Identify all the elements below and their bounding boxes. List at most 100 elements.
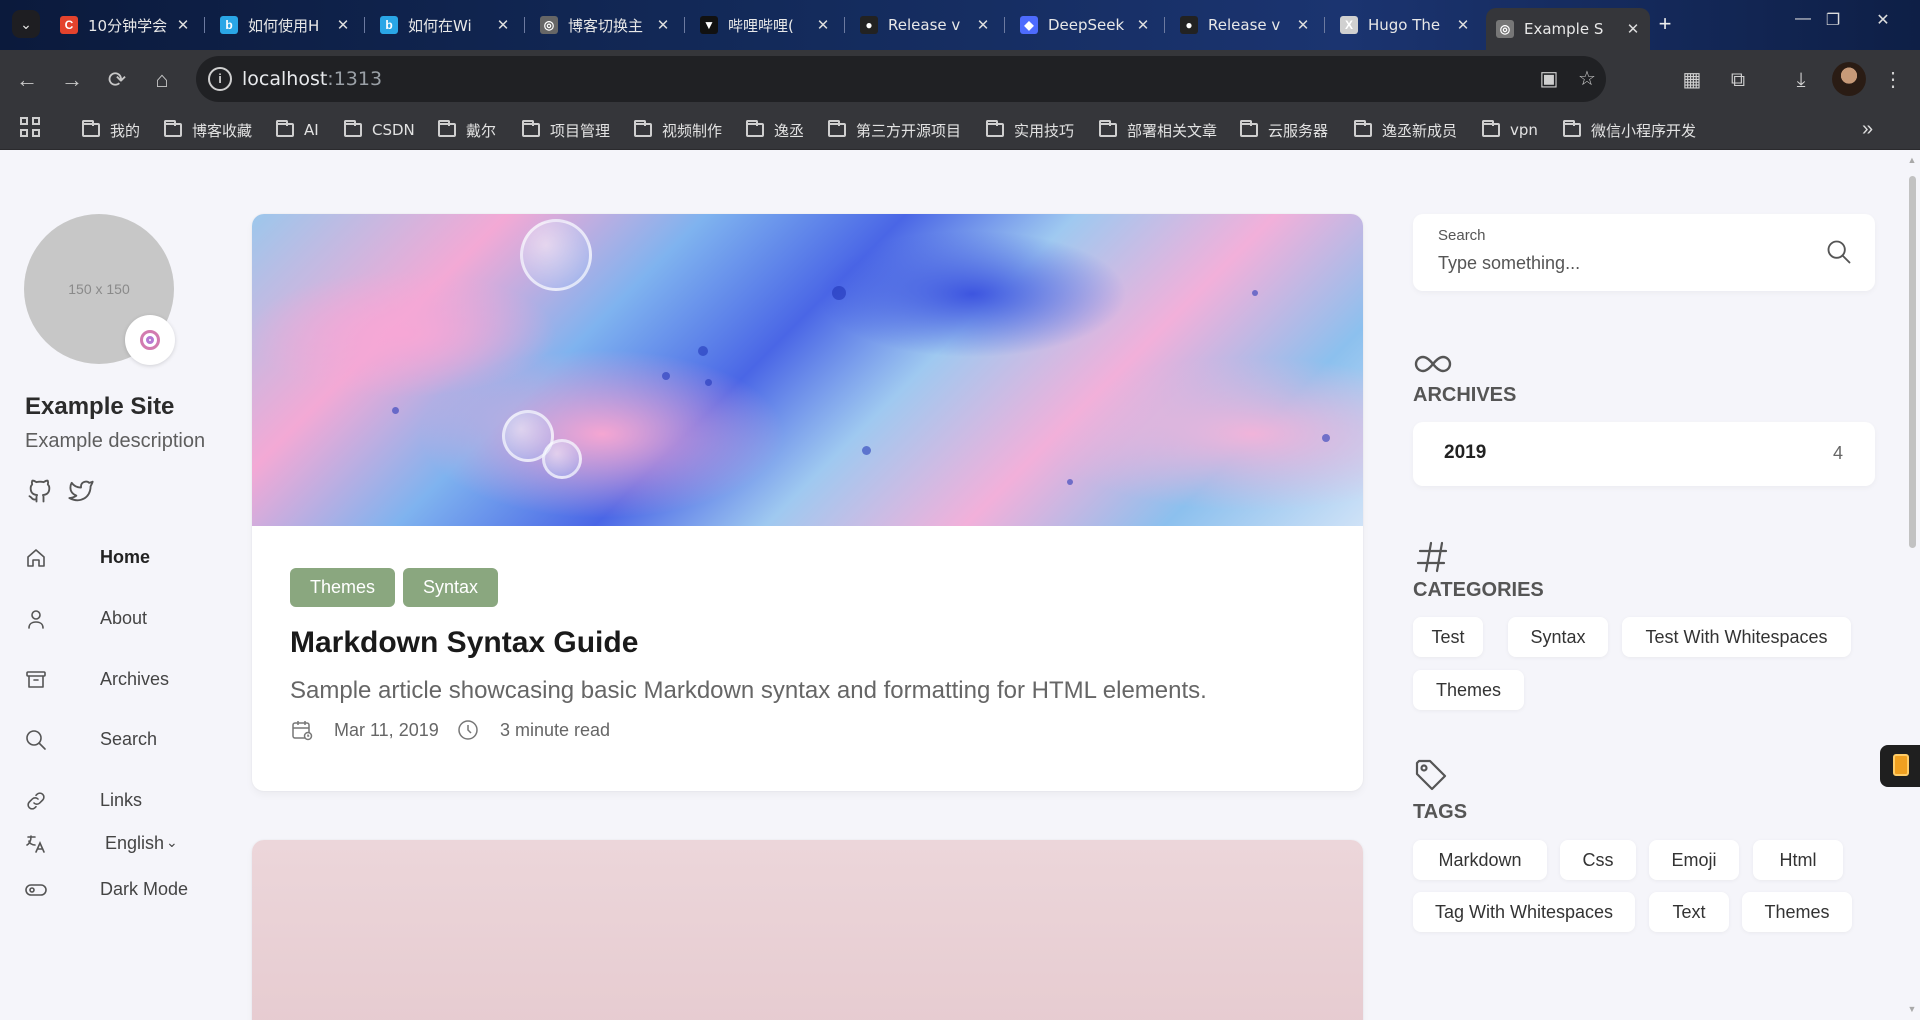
bookmark-folder[interactable]: 博客收藏: [164, 119, 252, 141]
bookmark-folder[interactable]: 实用技巧: [986, 119, 1074, 141]
language-label[interactable]: English: [105, 833, 164, 854]
browser-tab[interactable]: ● Release v ✕: [1170, 8, 1320, 42]
back-arrow-icon[interactable]: ←: [12, 65, 42, 95]
twitter-icon[interactable]: [67, 477, 95, 505]
github-icon[interactable]: [26, 477, 54, 505]
google-translate-extension-icon[interactable]: ▦: [1677, 65, 1707, 95]
bookmark-folder[interactable]: 微信小程序开发: [1563, 119, 1696, 141]
search-widget[interactable]: Search: [1413, 214, 1875, 291]
browser-tab[interactable]: ● Release v ✕: [850, 8, 1000, 42]
category-tag-test[interactable]: Test: [1413, 617, 1483, 657]
category-chip-syntax[interactable]: Syntax: [403, 568, 499, 607]
bookmark-folder[interactable]: 云服务器: [1240, 119, 1328, 141]
bookmark-folder[interactable]: CSDN: [344, 119, 415, 141]
sidebar-item-label[interactable]: Search: [100, 729, 157, 750]
floating-extension-button[interactable]: [1880, 745, 1920, 787]
bookmark-folder[interactable]: 逸丞: [746, 119, 804, 141]
tab-close-icon[interactable]: ✕: [1292, 16, 1314, 34]
bookmark-folder[interactable]: vpn: [1482, 119, 1538, 141]
site-info-icon[interactable]: i: [208, 67, 232, 91]
archive-year-row[interactable]: 2019 4: [1413, 422, 1875, 486]
tag-html[interactable]: Html: [1753, 840, 1843, 880]
bookmark-folder[interactable]: 我的: [82, 119, 140, 141]
sidebar-item-archives[interactable]: Archives: [24, 660, 224, 700]
sidebar-item-label[interactable]: About: [100, 608, 147, 629]
tab-close-icon[interactable]: ✕: [492, 16, 514, 34]
sidebar-item-links[interactable]: Links: [24, 781, 224, 821]
browser-tab[interactable]: ◎ Example S ✕: [1486, 8, 1650, 50]
translate-icon[interactable]: ▣: [1536, 66, 1562, 92]
dark-mode-label[interactable]: Dark Mode: [100, 879, 188, 900]
site-name[interactable]: Example Site: [25, 393, 174, 421]
address-bar[interactable]: i localhost:1313 ☆ ▣: [196, 56, 1606, 102]
home-page-icon[interactable]: ⌂: [147, 65, 177, 95]
scroll-down-arrow-icon[interactable]: ▼: [1907, 1004, 1917, 1014]
sidebar-item-home[interactable]: Home: [24, 538, 224, 578]
sidebar-item-label[interactable]: Home: [100, 547, 150, 568]
tag-markdown[interactable]: Markdown: [1413, 840, 1547, 880]
tab-search-chevron-icon[interactable]: ⌄: [12, 10, 40, 38]
forward-arrow-icon[interactable]: →: [57, 65, 87, 95]
browser-tab[interactable]: ◆ DeepSeek ✕: [1010, 8, 1160, 42]
tab-close-icon[interactable]: ✕: [972, 16, 994, 34]
bookmark-folder[interactable]: 逸丞新成员: [1354, 119, 1457, 141]
language-switcher[interactable]: English ⌄: [24, 824, 224, 864]
archive-year[interactable]: 2019: [1444, 442, 1486, 464]
bookmark-folder[interactable]: 视频制作: [634, 119, 722, 141]
tab-close-icon[interactable]: ✕: [812, 16, 834, 34]
browser-tab[interactable]: X Hugo The ✕: [1330, 8, 1480, 42]
search-input[interactable]: [1438, 250, 1818, 276]
page-scrollbar[interactable]: ▲ ▼: [1904, 151, 1920, 1020]
minimize-icon[interactable]: —: [1788, 10, 1818, 28]
address-url[interactable]: localhost:1313: [242, 68, 382, 90]
more-menu-icon[interactable]: ⋮: [1878, 65, 1908, 95]
reload-icon[interactable]: ⟳: [102, 65, 132, 95]
tag-text[interactable]: Text: [1649, 892, 1729, 932]
apps-grid-icon[interactable]: [20, 117, 44, 141]
profile-avatar[interactable]: [1832, 62, 1866, 96]
scrollbar-thumb[interactable]: [1909, 176, 1916, 548]
tag-with-whitespaces[interactable]: Tag With Whitespaces: [1413, 892, 1635, 932]
article-title[interactable]: Markdown Syntax Guide: [290, 626, 638, 660]
scroll-up-arrow-icon[interactable]: ▲: [1907, 155, 1917, 165]
browser-tab[interactable]: b 如何使用H ✕: [210, 8, 360, 42]
bookmark-folder[interactable]: 第三方开源项目: [828, 119, 961, 141]
article-card[interactable]: Themes Syntax Markdown Syntax Guide Samp…: [252, 214, 1363, 791]
tag-emoji[interactable]: Emoji: [1649, 840, 1739, 880]
category-tag-test-with-whitespaces[interactable]: Test With Whitespaces: [1622, 617, 1851, 657]
bookmark-star-icon[interactable]: ☆: [1574, 66, 1600, 92]
category-tag-themes[interactable]: Themes: [1413, 670, 1524, 710]
tag-css[interactable]: Css: [1560, 840, 1636, 880]
dark-mode-toggle[interactable]: Dark Mode: [24, 870, 224, 910]
bookmark-folder[interactable]: 项目管理: [522, 119, 610, 141]
tab-close-icon[interactable]: ✕: [1132, 16, 1154, 34]
search-icon[interactable]: [1825, 238, 1853, 266]
extensions-icon[interactable]: ⧉: [1723, 65, 1753, 95]
sidebar-item-about[interactable]: About: [24, 599, 224, 639]
tab-close-icon[interactable]: ✕: [1622, 20, 1644, 38]
category-chip-themes[interactable]: Themes: [290, 568, 396, 607]
browser-tab[interactable]: C 10分钟学会 ✕: [50, 8, 200, 42]
tab-close-icon[interactable]: ✕: [652, 16, 674, 34]
sidebar-item-search[interactable]: Search: [24, 720, 224, 760]
window-close-icon[interactable]: ✕: [1868, 10, 1898, 30]
browser-tab[interactable]: b 如何在Wi ✕: [370, 8, 520, 42]
browser-tab[interactable]: ◎ 博客切换主 ✕: [530, 8, 680, 42]
tab-close-icon[interactable]: ✕: [332, 16, 354, 34]
article-cover-image[interactable]: [252, 214, 1363, 526]
bookmarks-overflow-icon[interactable]: »: [1862, 118, 1873, 141]
tab-close-icon[interactable]: ✕: [1452, 16, 1474, 34]
restore-icon[interactable]: ❐: [1818, 10, 1848, 30]
browser-tab[interactable]: ▼ 哔哩哔哩(✕: [690, 8, 840, 42]
article-cover-image-next[interactable]: [252, 840, 1363, 1020]
tag-themes[interactable]: Themes: [1742, 892, 1852, 932]
category-tag-syntax[interactable]: Syntax: [1508, 617, 1608, 657]
tab-close-icon[interactable]: ✕: [172, 16, 194, 34]
bookmark-folder[interactable]: AI: [276, 119, 319, 141]
download-icon[interactable]: ⤓: [1786, 65, 1816, 95]
article-card-next[interactable]: [252, 840, 1363, 1020]
sidebar-item-label[interactable]: Archives: [100, 669, 169, 690]
bookmark-folder[interactable]: 戴尔: [438, 119, 496, 141]
bookmark-folder[interactable]: 部署相关文章: [1099, 119, 1217, 141]
sidebar-item-label[interactable]: Links: [100, 790, 142, 811]
